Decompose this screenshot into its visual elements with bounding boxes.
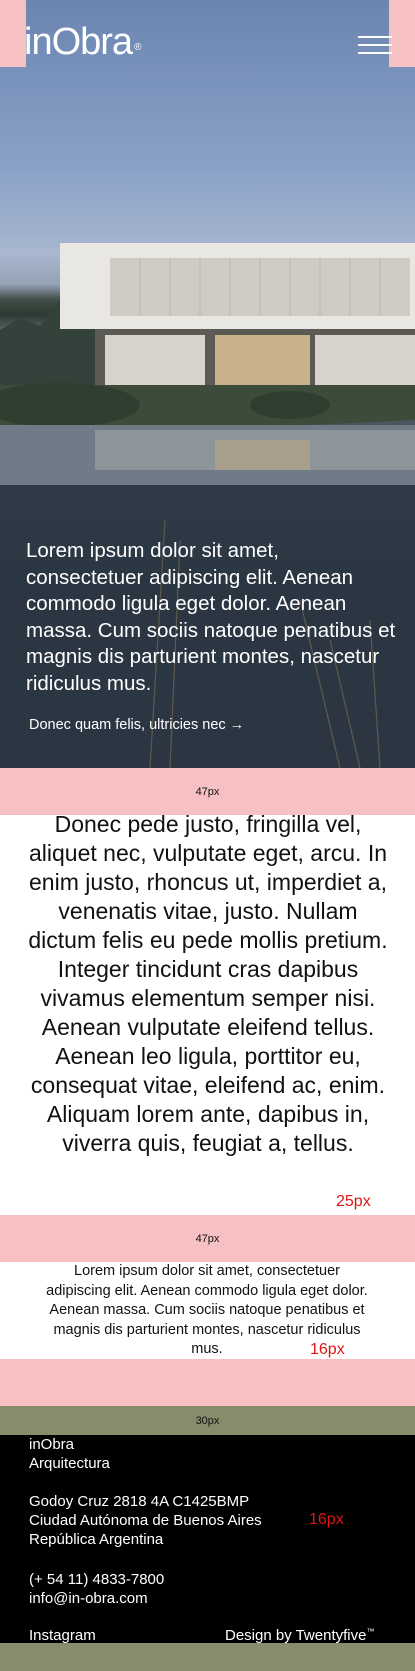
menu-line <box>358 44 392 46</box>
margin-measure: 16px <box>309 1511 344 1528</box>
margin-indicator-right <box>389 0 415 67</box>
hero-cta-link[interactable]: Donec quam felis, ultricies nec → <box>29 716 244 734</box>
quote-text: Donec pede justo, fringilla vel, aliquet… <box>28 811 388 1156</box>
spacer-block <box>0 1359 415 1406</box>
footer-spacer: 30px <box>0 1406 415 1435</box>
spacer-label: 47px <box>195 785 220 798</box>
footer-phone-link[interactable]: (+ 54 11) 4833-7800 <box>29 1570 164 1589</box>
registered-mark: ® <box>134 42 141 53</box>
footer-bottom-bar <box>0 1643 415 1671</box>
footer-email-link[interactable]: info@in-obra.com <box>29 1589 148 1608</box>
spacer-label: 47px <box>195 1232 220 1245</box>
logo-text: inObra <box>24 21 133 63</box>
footer-subtitle: Arquitectura <box>29 1455 110 1472</box>
hero-section: inObra ® Lorem ipsum dolor sit amet, cons… <box>0 0 415 768</box>
instagram-link[interactable]: Instagram <box>29 1627 96 1644</box>
brand-logo[interactable]: inObra ® <box>24 21 142 63</box>
footer-company: inObra <box>29 1436 75 1453</box>
spacer-label: 30px <box>195 1414 220 1427</box>
spacer-indicator: 47px <box>0 768 415 815</box>
trademark-mark: ™ <box>366 1627 375 1636</box>
footer-address-line3: República Argentina <box>29 1531 164 1548</box>
margin-measure: 25px <box>336 1193 371 1210</box>
hamburger-menu-icon[interactable] <box>358 36 392 56</box>
credit-text: Design by Twentyfive <box>225 1627 367 1644</box>
menu-line <box>358 52 392 54</box>
spacer-indicator: 47px <box>0 1215 415 1262</box>
footer-address-line2: Ciudad Autónoma de Buenos Aires <box>29 1512 262 1529</box>
footer-address-line1: Godoy Cruz 2818 4A C1425BMP <box>29 1493 250 1510</box>
margin-measure: 16px <box>310 1341 345 1358</box>
margin-indicator-left <box>0 0 26 67</box>
menu-line <box>358 36 392 38</box>
design-credit-link[interactable]: Design by Twentyfive™ <box>225 1627 374 1644</box>
hero-headline: Lorem ipsum dolor sit amet, consectetuer… <box>26 539 396 695</box>
